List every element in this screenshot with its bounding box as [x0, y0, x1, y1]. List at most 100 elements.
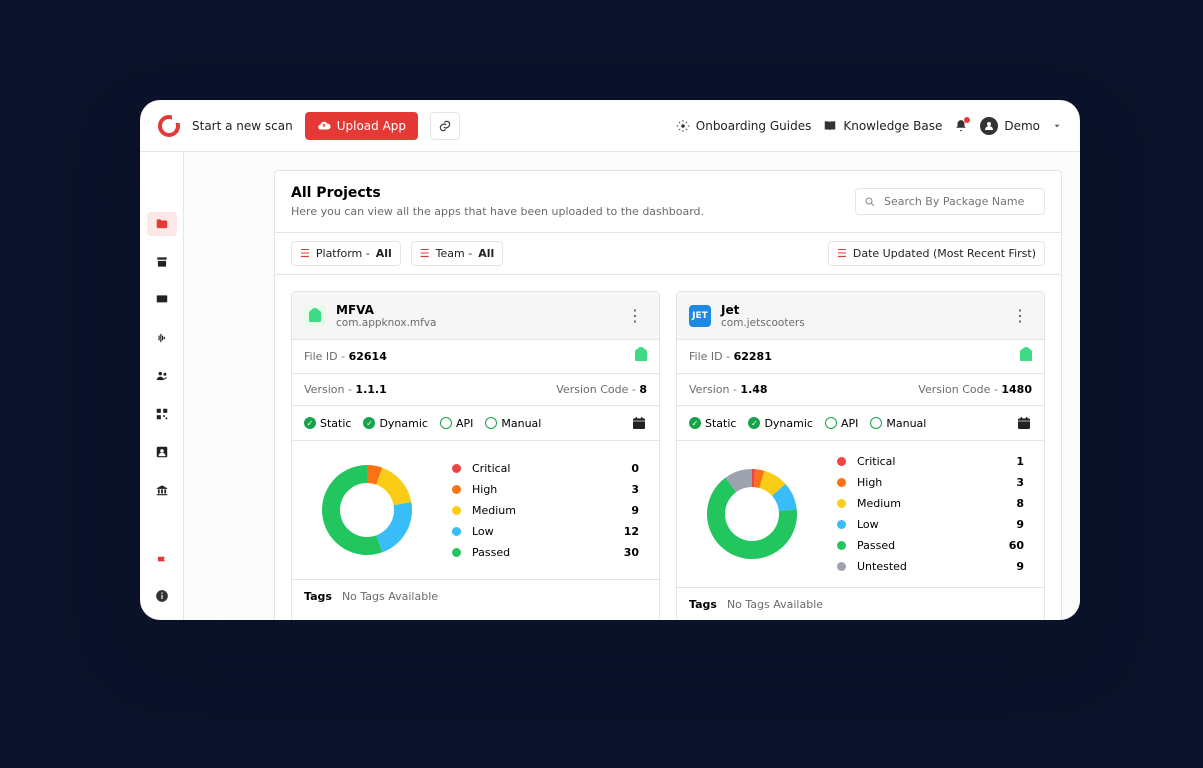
legend-dot-low: [837, 520, 846, 529]
cloud-upload-icon: [317, 119, 331, 133]
scan-status-dynamic: ✓Dynamic: [363, 417, 428, 430]
card-header: All Projects Here you can view all the a…: [275, 171, 1061, 233]
filter-bar: ☰ Platform - All ☰ Team - All ☰ Date Upd…: [275, 233, 1061, 275]
folder-icon: [155, 217, 169, 231]
user-menu[interactable]: Demo: [980, 117, 1040, 135]
projects-grid: MFVA com.appknox.mfva ⋮ File ID - 62614 …: [275, 275, 1061, 620]
guide-icon: [676, 119, 690, 133]
schedule-button[interactable]: [631, 415, 647, 431]
legend-label-low: Low: [857, 518, 986, 531]
sort-icon: ☰: [837, 247, 847, 260]
version-row: Version - 1.48 Version Code - 1480: [677, 374, 1044, 406]
legend-dot-low: [452, 527, 461, 536]
project-package: com.appknox.mfva: [336, 317, 437, 329]
book-icon: [823, 119, 837, 133]
version-row: Version - 1.1.1 Version Code - 8: [292, 374, 659, 406]
link-icon: [438, 119, 452, 133]
institution-icon: [155, 483, 169, 497]
page-subtitle: Here you can view all the apps that have…: [291, 205, 704, 218]
sort-button[interactable]: ☰ Date Updated (Most Recent First): [828, 241, 1045, 266]
project-header[interactable]: MFVA com.appknox.mfva ⋮: [292, 292, 659, 340]
start-scan-label: Start a new scan: [192, 119, 293, 133]
legend-label-passed: Passed: [857, 539, 986, 552]
calendar-icon: [1016, 415, 1032, 431]
user-menu-caret[interactable]: [1052, 121, 1062, 131]
android-badge-icon: [635, 349, 647, 361]
legend-label-high: High: [857, 476, 986, 489]
check-filled-icon: ✓: [689, 417, 701, 429]
avatar-icon: [980, 117, 998, 135]
sidebar-item-2[interactable]: [147, 250, 177, 274]
severity-legend: Critical 1 High 3 Medium 8 Low 9 Passed …: [837, 455, 1024, 573]
check-filled-icon: ✓: [363, 417, 375, 429]
scan-status-api: API: [440, 417, 473, 430]
project-card: MFVA com.appknox.mfva ⋮ File ID - 62614 …: [291, 291, 660, 620]
legend-label-medium: Medium: [472, 504, 601, 517]
brand-logo: [158, 115, 180, 137]
scan-types-row: ✓Static ✓Dynamic API Manual: [677, 406, 1044, 441]
schedule-button[interactable]: [1016, 415, 1032, 431]
severity-donut: [312, 455, 422, 565]
legend-label-critical: Critical: [857, 455, 986, 468]
filter-icon: ☰: [420, 247, 430, 260]
android-badge-icon: [1020, 349, 1032, 361]
check-hollow-icon: [485, 417, 497, 429]
notifications-button[interactable]: [954, 119, 968, 133]
calendar-icon: [631, 415, 647, 431]
sidebar-item-8[interactable]: [147, 478, 177, 502]
legend-dot-high: [452, 485, 461, 494]
legend-dot-medium: [452, 506, 461, 515]
severity-donut: [697, 459, 807, 569]
search-box[interactable]: [855, 188, 1045, 215]
filter-platform[interactable]: ☰ Platform - All: [291, 241, 401, 266]
check-filled-icon: ✓: [304, 417, 316, 429]
filter-team[interactable]: ☰ Team - All: [411, 241, 503, 266]
legend-value-medium: 8: [994, 497, 1024, 510]
legend-dot-critical: [837, 457, 846, 466]
link-button[interactable]: [430, 112, 460, 140]
search-icon: [864, 196, 876, 208]
search-input[interactable]: [882, 194, 1036, 209]
qr-icon: [155, 407, 169, 421]
project-card: JET Jet com.jetscooters ⋮ File ID - 6228…: [676, 291, 1045, 620]
jet-icon: JET: [689, 305, 711, 327]
sidebar-item-4[interactable]: [147, 326, 177, 350]
legend-dot-untested: [837, 562, 846, 571]
sidebar-item-3[interactable]: [147, 288, 177, 312]
scan-status-manual: Manual: [870, 417, 926, 430]
severity-legend: Critical 0 High 3 Medium 9 Low 12 Passed…: [452, 462, 639, 559]
monitor-icon: [155, 293, 169, 307]
onboarding-guides-link[interactable]: Onboarding Guides: [676, 119, 812, 133]
project-more-button[interactable]: ⋮: [623, 302, 647, 329]
project-header[interactable]: JET Jet com.jetscooters ⋮: [677, 292, 1044, 340]
account-box-icon: [155, 445, 169, 459]
project-name: MFVA: [336, 303, 437, 317]
legend-value-high: 3: [609, 483, 639, 496]
legend-value-passed: 30: [609, 546, 639, 559]
sidebar-item-info[interactable]: [147, 584, 177, 608]
waveform-icon: [155, 331, 169, 345]
scan-status-static: ✓Static: [304, 417, 351, 430]
legend-value-low: 9: [994, 518, 1024, 531]
upload-app-button[interactable]: Upload App: [305, 112, 418, 140]
tags-row: Tags No Tags Available: [677, 588, 1044, 620]
sidebar-item-projects[interactable]: [147, 212, 177, 236]
sidebar-item-6[interactable]: [147, 402, 177, 426]
legend-value-untested: 9: [994, 560, 1024, 573]
legend-dot-passed: [837, 541, 846, 550]
scan-status-api: API: [825, 417, 858, 430]
main-content: All Projects Here you can view all the a…: [184, 152, 1080, 620]
chart-zone: Critical 1 High 3 Medium 8 Low 9 Passed …: [677, 441, 1044, 588]
check-hollow-icon: [825, 417, 837, 429]
check-hollow-icon: [870, 417, 882, 429]
legend-label-medium: Medium: [857, 497, 986, 510]
legend-dot-critical: [452, 464, 461, 473]
info-icon: [155, 589, 169, 603]
knowledge-base-link[interactable]: Knowledge Base: [823, 119, 942, 133]
legend-value-passed: 60: [994, 539, 1024, 552]
sidebar-item-flag[interactable]: [147, 550, 177, 574]
sidebar-item-7[interactable]: [147, 440, 177, 464]
android-icon: [304, 305, 326, 327]
sidebar-item-5[interactable]: [147, 364, 177, 388]
project-more-button[interactable]: ⋮: [1008, 302, 1032, 329]
